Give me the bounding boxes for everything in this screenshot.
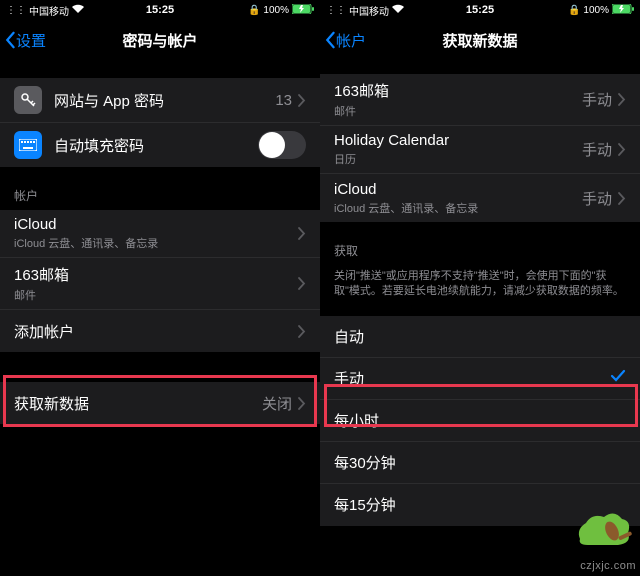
- group-accounts: iCloud iCloud 云盘、通讯录、备忘录 163邮箱 邮件 添加帐户: [0, 210, 320, 352]
- checkmark-icon: [610, 368, 626, 389]
- account-fetch-row[interactable]: 163邮箱 邮件 手动: [320, 74, 640, 126]
- option-label: 手动: [334, 368, 610, 389]
- keyboard-icon: [14, 131, 42, 159]
- screen-fetch-new-data: ⋮⋮ 中国移动 15:25 🔒 100% 帐户 获取新数据 163邮箱 邮件: [320, 0, 640, 576]
- account-label: Holiday Calendar: [334, 132, 582, 149]
- account-sub: iCloud 云盘、通讯录、备忘录: [334, 200, 582, 216]
- account-sub: iCloud 云盘、通讯录、备忘录: [14, 235, 298, 251]
- row-website-app-passwords[interactable]: 网站与 App 密码 13: [0, 78, 320, 123]
- nav-bar: 帐户 获取新数据: [320, 20, 640, 60]
- row-value: 关闭: [262, 393, 292, 414]
- row-value: 13: [275, 92, 292, 109]
- fetch-option-manual[interactable]: 手动: [320, 358, 640, 400]
- group-fetch-options: 自动 手动 每小时 每30分钟 每15分钟: [320, 316, 640, 526]
- fetch-option-auto[interactable]: 自动: [320, 316, 640, 358]
- key-icon: [14, 86, 42, 114]
- back-label: 帐户: [336, 30, 366, 51]
- wifi-icon: [392, 4, 404, 16]
- battery-pct: 100%: [263, 5, 289, 16]
- wifi-icon: [72, 4, 84, 16]
- account-mode: 手动: [582, 188, 612, 209]
- battery-icon: [292, 4, 314, 17]
- chevron-right-icon: [298, 94, 306, 107]
- account-label: iCloud: [334, 181, 582, 198]
- fetch-note: 关闭"推送"或应用程序不支持"推送"时，会使用下面的"获取"模式。若要延长电池续…: [320, 265, 640, 308]
- autofill-toggle[interactable]: [258, 131, 306, 159]
- option-label: 每小时: [334, 410, 626, 431]
- battery-icon: [612, 4, 634, 17]
- status-bar: ⋮⋮ 中国移动 15:25 🔒 100%: [320, 0, 640, 20]
- fetch-option-hourly[interactable]: 每小时: [320, 400, 640, 442]
- row-label: 获取新数据: [14, 393, 262, 414]
- chevron-right-icon: [618, 143, 626, 156]
- option-label: 每30分钟: [334, 452, 626, 473]
- toggle-knob: [259, 132, 285, 158]
- account-sub: 邮件: [14, 287, 298, 303]
- account-fetch-row[interactable]: iCloud iCloud 云盘、通讯录、备忘录 手动: [320, 174, 640, 222]
- fetch-new-data-row[interactable]: 获取新数据 关闭: [0, 382, 320, 424]
- lock-icon: 🔒: [568, 5, 580, 16]
- row-label: 自动填充密码: [54, 135, 258, 156]
- carrier-label: 中国移动: [349, 3, 389, 18]
- lock-icon: 🔒: [248, 5, 260, 16]
- chevron-right-icon: [298, 325, 306, 338]
- section-header-fetch: 获取: [320, 222, 640, 265]
- add-account-row[interactable]: 添加帐户: [0, 310, 320, 352]
- nav-bar: 设置 密码与帐户: [0, 20, 320, 60]
- account-sub: 日历: [334, 151, 582, 167]
- chevron-right-icon: [298, 397, 306, 410]
- account-row-163[interactable]: 163邮箱 邮件: [0, 258, 320, 310]
- site-logo-icon: [574, 509, 634, 558]
- back-button[interactable]: 设置: [0, 30, 46, 51]
- row-label: 网站与 App 密码: [54, 90, 275, 111]
- back-button[interactable]: 帐户: [320, 30, 366, 51]
- group-accounts-fetch: 163邮箱 邮件 手动 Holiday Calendar 日历 手动 iClou…: [320, 74, 640, 222]
- signal-icon: ⋮⋮: [326, 5, 346, 16]
- status-bar: ⋮⋮ 中国移动 15:25 🔒 100%: [0, 0, 320, 20]
- chevron-right-icon: [618, 93, 626, 106]
- account-fetch-row[interactable]: Holiday Calendar 日历 手动: [320, 126, 640, 174]
- carrier-label: 中国移动: [29, 3, 69, 18]
- fetch-option-30min[interactable]: 每30分钟: [320, 442, 640, 484]
- option-label: 自动: [334, 326, 626, 347]
- page-title: 密码与帐户: [122, 30, 197, 51]
- account-label: 163邮箱: [14, 264, 298, 285]
- back-label: 设置: [16, 30, 46, 51]
- watermark-text: czjxjc.com: [580, 560, 636, 572]
- group-passwords: 网站与 App 密码 13 自动填充密码: [0, 78, 320, 167]
- account-row-icloud[interactable]: iCloud iCloud 云盘、通讯录、备忘录: [0, 210, 320, 258]
- battery-pct: 100%: [583, 5, 609, 16]
- status-time: 15:25: [466, 4, 494, 16]
- account-sub: 邮件: [334, 103, 582, 119]
- account-label: iCloud: [14, 216, 298, 233]
- section-header-accounts: 帐户: [0, 167, 320, 210]
- chevron-right-icon: [298, 277, 306, 290]
- screen-passwords-accounts: ⋮⋮ 中国移动 15:25 🔒 100% 设置 密码与帐户 网站与 App 密码: [0, 0, 320, 576]
- chevron-right-icon: [298, 227, 306, 240]
- chevron-right-icon: [618, 192, 626, 205]
- account-mode: 手动: [582, 89, 612, 110]
- signal-icon: ⋮⋮: [6, 5, 26, 16]
- page-title: 获取新数据: [442, 30, 517, 51]
- group-fetch: 获取新数据 关闭: [0, 382, 320, 424]
- account-label: 163邮箱: [334, 80, 582, 101]
- status-time: 15:25: [146, 4, 174, 16]
- row-label: 添加帐户: [14, 321, 298, 342]
- row-autofill-passwords[interactable]: 自动填充密码: [0, 123, 320, 167]
- account-mode: 手动: [582, 139, 612, 160]
